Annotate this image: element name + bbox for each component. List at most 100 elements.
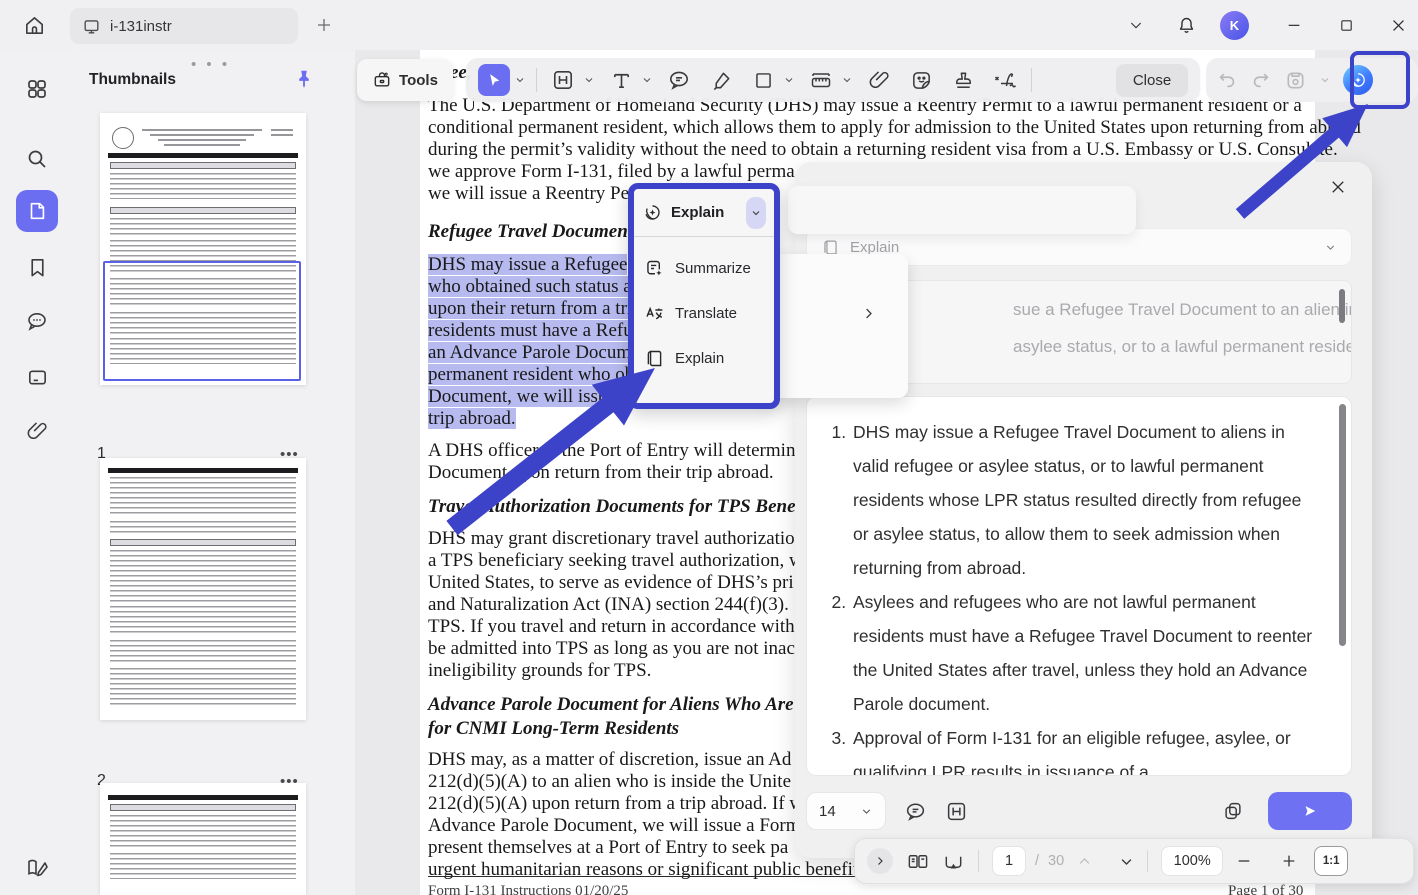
zoom-out-icon[interactable] [1236, 853, 1252, 869]
quick-menu-submenu-card[interactable] [760, 254, 908, 398]
close-icon [1392, 19, 1404, 31]
maximize-button[interactable] [1328, 7, 1364, 43]
attach-tool-button[interactable] [863, 64, 895, 96]
fit-page-icon[interactable] [942, 850, 965, 873]
quote-scrollbar-thumb[interactable] [1339, 289, 1345, 323]
left-icon-rail [0, 50, 75, 895]
actual-size-label: 1:1 [1322, 855, 1340, 867]
rail-item-thumbnails[interactable] [16, 190, 58, 232]
page-icon [30, 202, 45, 220]
thumbnail-page-2[interactable] [100, 458, 306, 720]
quick-menu-expand-button[interactable] [746, 196, 766, 229]
pin-icon[interactable] [293, 68, 315, 90]
paperclip-icon [27, 421, 47, 439]
save-chevron-icon[interactable] [1319, 74, 1331, 86]
ai-response-box[interactable]: DHS may issue a Refugee Travel Document … [806, 396, 1352, 776]
send-button[interactable] [1268, 792, 1352, 830]
select-tool-chevron-icon[interactable] [514, 74, 526, 86]
rail-item-attachments[interactable] [16, 410, 58, 452]
close-tools-button[interactable]: Close [1116, 63, 1188, 97]
text-tool-button[interactable] [605, 64, 637, 96]
highlighter-icon [713, 72, 729, 90]
user-avatar[interactable]: K [1220, 11, 1249, 40]
new-tab-button[interactable] [306, 7, 342, 43]
rail-item-search[interactable] [16, 138, 58, 180]
close-tools-label: Close [1132, 71, 1172, 89]
text-tool-chevron-icon[interactable] [641, 74, 653, 86]
quick-menu-item-summarize[interactable]: Summarize [634, 246, 774, 291]
home-button[interactable] [16, 7, 52, 43]
zoom-in-icon[interactable] [1281, 853, 1297, 869]
toolbox-icon [374, 72, 390, 87]
notifications-button[interactable] [1168, 7, 1204, 43]
current-page-input[interactable]: 1 [992, 846, 1026, 876]
comment-bubble-icon [670, 71, 688, 90]
thumbnail-page-1[interactable] [100, 113, 306, 385]
ai-panel-close-button[interactable] [1327, 176, 1349, 198]
app-window: The U.S. Department of Homeland Security… [0, 0, 1418, 895]
close-icon [1332, 181, 1344, 193]
close-window-button[interactable] [1380, 7, 1416, 43]
bell-icon [1179, 17, 1193, 33]
panel-drag-handle[interactable]: • • • [191, 56, 230, 73]
window-menu-button[interactable] [1118, 7, 1154, 43]
heading-tool-button[interactable] [547, 64, 579, 96]
plus-icon [318, 19, 330, 31]
stamp-icon [955, 72, 971, 88]
thumbnail-page-3[interactable] [100, 783, 306, 895]
shape-tool-button[interactable] [747, 64, 779, 96]
annotation-toolbar: Close [466, 58, 1200, 102]
translate-icon [646, 306, 663, 320]
ai-response-list: DHS may issue a Refugee Travel Document … [851, 415, 1321, 775]
page-footer-right: Page 1 of 30 [1228, 883, 1304, 895]
tools-button[interactable]: Tools [357, 59, 453, 101]
shape-tool-chevron-icon[interactable] [783, 74, 795, 86]
rail-item-grid[interactable] [16, 68, 58, 110]
rail-item-pages[interactable] [16, 356, 58, 398]
add-comment-icon[interactable] [904, 800, 927, 823]
measure-tool-button[interactable] [805, 64, 837, 96]
comment-tool-button[interactable] [663, 64, 695, 96]
ruler-icon [811, 73, 831, 88]
sticker-tool-button[interactable] [905, 64, 937, 96]
grid-icon [28, 80, 46, 98]
rail-item-reader[interactable] [16, 846, 58, 888]
thumbnails-panel: • • • Thumbnails 1 ••• 2 ••• [75, 50, 355, 895]
text-icon [613, 73, 629, 88]
undo-icon[interactable] [1216, 69, 1238, 91]
actual-size-button[interactable]: 1:1 [1314, 846, 1349, 876]
highlighter-tool-button[interactable] [705, 64, 737, 96]
insert-heading-icon[interactable] [945, 800, 968, 823]
measure-tool-chevron-icon[interactable] [841, 74, 853, 86]
tools-label: Tools [399, 71, 438, 89]
rail-item-comments[interactable] [16, 300, 58, 342]
stamp-tool-button[interactable] [947, 64, 979, 96]
document-tab[interactable]: i-131instr [70, 8, 298, 44]
font-size-select[interactable]: 14 [806, 792, 886, 830]
page-layout-icon[interactable] [906, 850, 929, 873]
redo-icon[interactable] [1250, 69, 1272, 91]
minimize-button[interactable] [1276, 7, 1312, 43]
quick-menu-header[interactable]: Explain [634, 189, 774, 237]
send-icon [1305, 806, 1316, 816]
previous-page-icon[interactable] [1077, 854, 1092, 869]
select-tool-button[interactable] [478, 64, 510, 96]
zoom-level[interactable]: 100% [1161, 846, 1224, 876]
ai-mode-label: Explain [850, 238, 900, 256]
page-count-divider: / [1035, 853, 1040, 869]
quick-menu-item-explain[interactable]: Explain [634, 336, 774, 381]
expand-nav-button[interactable] [867, 848, 893, 874]
signature-tool-button[interactable] [989, 64, 1021, 96]
copy-icon[interactable] [1222, 800, 1244, 822]
response-scrollbar-thumb[interactable] [1339, 404, 1346, 646]
ai-mode-chevron-icon [1326, 244, 1335, 250]
rail-item-bookmarks[interactable] [16, 246, 58, 288]
quick-menu-item-translate[interactable]: Translate [634, 291, 774, 336]
font-size-value: 14 [819, 802, 836, 820]
thumbnail-viewport-indicator[interactable] [103, 261, 301, 381]
save-icon[interactable] [1284, 69, 1307, 92]
heading-tool-chevron-icon[interactable] [583, 74, 595, 86]
file-icon [28, 369, 46, 385]
next-page-icon[interactable] [1119, 854, 1134, 869]
page-navigation-bar: 1 / 30 100% 1:1 [854, 838, 1414, 884]
